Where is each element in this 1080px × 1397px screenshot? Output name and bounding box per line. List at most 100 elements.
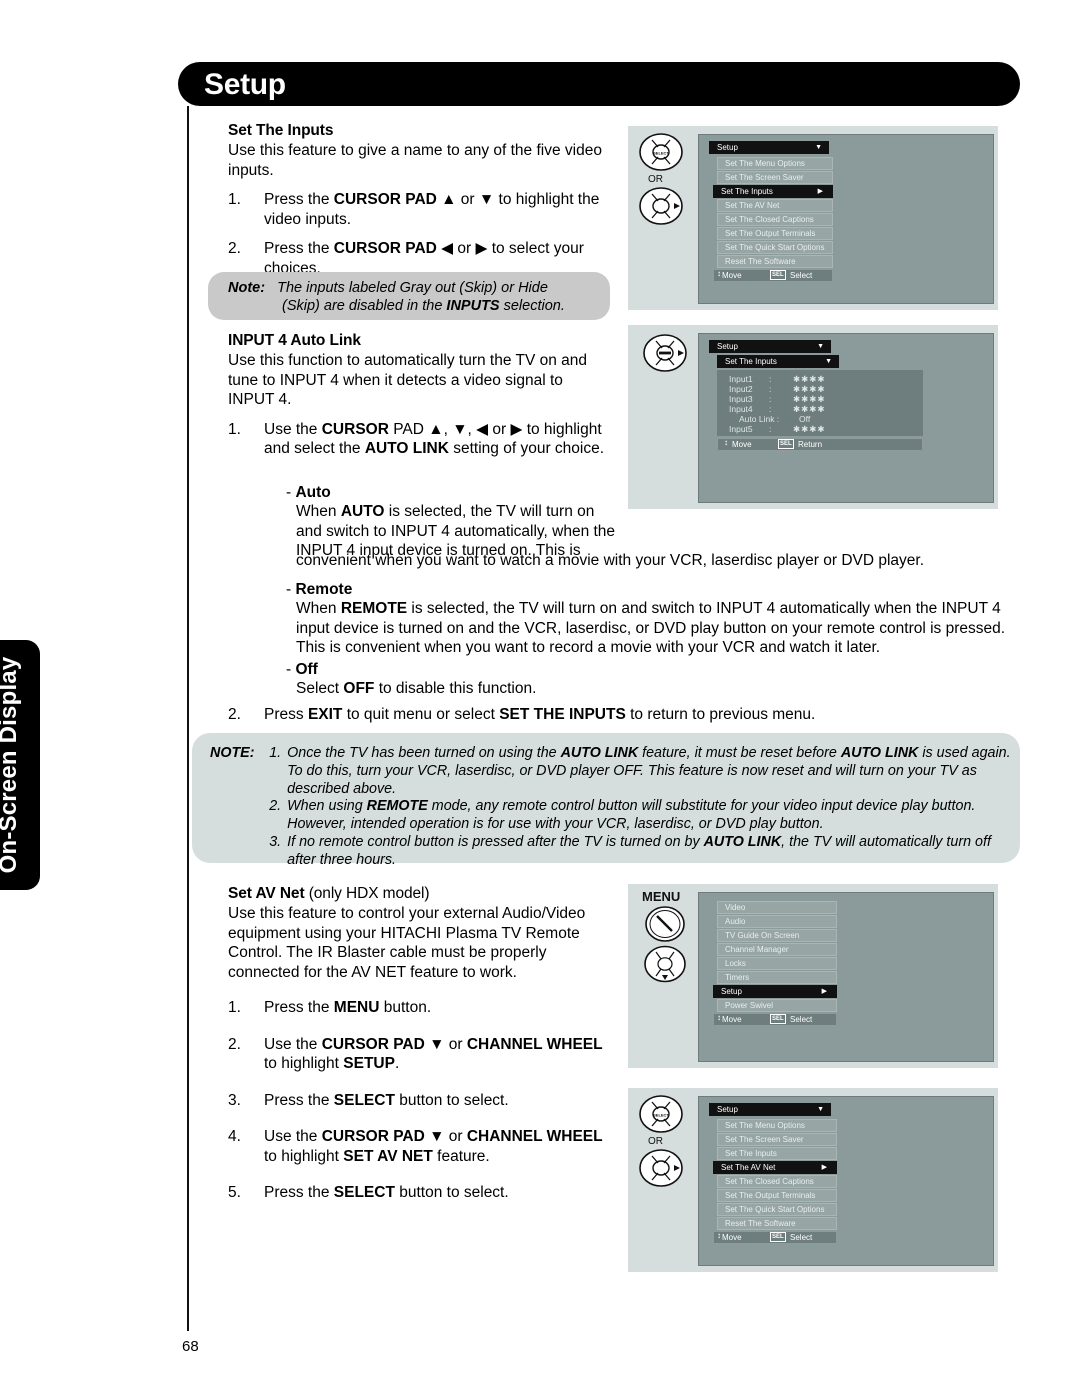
t: or xyxy=(444,1035,467,1053)
osd-menu-item-audio[interactable]: Audio xyxy=(717,915,837,928)
sel-badge-icon: SEL xyxy=(770,1232,786,1242)
option-auto-title-line: - Auto xyxy=(286,484,616,502)
section-thumb-tab-label: On-Screen Display xyxy=(0,656,22,874)
list-number: 1. xyxy=(228,999,241,1016)
page-header-bar: Setup xyxy=(178,62,1020,106)
osd-footer-bar-4: ↕ Move SEL Select xyxy=(713,1231,837,1244)
osd-menu-item-set-the-output-terminals[interactable]: Set The Output Terminals xyxy=(717,227,833,240)
note-bubble: Note: The inputs labeled Gray out (Skip)… xyxy=(208,272,610,320)
list-number: 2. xyxy=(228,1035,241,1053)
seg-bold: AUTO LINK xyxy=(560,745,639,761)
chevron-down-icon: ▼ xyxy=(817,343,824,350)
osd-menu-item-set-the-quick-start-options[interactable]: Set The Quick Start Options xyxy=(717,241,833,254)
note-item-number: 1. xyxy=(269,745,282,761)
osd-menu-item-power-swivel[interactable]: Power Swivel xyxy=(717,999,837,1012)
auto-para-a: When xyxy=(296,503,341,520)
option-remote-title: Remote xyxy=(295,581,353,598)
osd-menu-item-timers[interactable]: Timers xyxy=(717,971,837,984)
osd-item-label: Set The Menu Options xyxy=(725,1121,805,1130)
list-set-inputs-steps: 1. Press the CURSOR PAD ▲ or ▼ to highli… xyxy=(228,190,608,278)
content-vertical-rule xyxy=(187,106,189,1331)
note-spacer xyxy=(210,834,261,870)
osd-menu-item-set-the-menu-options[interactable]: Set The Menu Options xyxy=(717,157,833,170)
t: feature. xyxy=(432,1147,490,1165)
menu-button-label: MENU xyxy=(642,889,681,904)
osd-menu-item-set-the-screen-saver[interactable]: Set The Screen Saver xyxy=(717,171,833,184)
osd-menu-item-channel-manager[interactable]: Channel Manager xyxy=(717,943,837,956)
osd-footer-bar-3: ↕ Move SEL Select xyxy=(713,1013,837,1026)
osd-menu-item-set-the-closed-captions[interactable]: Set The Closed Captions xyxy=(717,1175,837,1188)
note-bubble-line1: The inputs labeled Gray out (Skip) or Hi… xyxy=(277,280,548,296)
osd-subtitle-label: Set The Inputs xyxy=(725,357,777,366)
osd-menu-item-set-the-av-net[interactable]: Set The AV Net ▶ xyxy=(713,1161,837,1174)
page-title: Setup xyxy=(204,68,286,101)
list-item: 1. Press the CURSOR PAD ▲ or ▼ to highli… xyxy=(228,190,608,229)
t: button to select. xyxy=(394,1091,509,1109)
osd-menu-item-set-the-closed-captions[interactable]: Set The Closed Captions xyxy=(717,213,833,226)
osd-menu-item-reset-the-software[interactable]: Reset The Software xyxy=(717,255,833,268)
osd-item-label: Setup xyxy=(721,987,742,996)
seg-bold: REMOTE xyxy=(366,798,428,815)
osd-menu-item-locks[interactable]: Locks xyxy=(717,957,837,970)
osd-item-label: Set The Menu Options xyxy=(725,159,805,168)
list-number: 2. xyxy=(228,706,241,723)
osd-graphic-2: Setup ▼ Set The Inputs ▼ Input1 : ✱✱✱✱ Inp… xyxy=(628,325,998,509)
cursor-pad-select-icon: SELECT xyxy=(639,133,683,171)
osd-item-label: Set The AV Net xyxy=(721,1163,776,1172)
t-bold: SET AV NET xyxy=(343,1147,433,1165)
osd-item-label: Timers xyxy=(725,973,750,982)
osd-item-label: Locks xyxy=(725,959,746,968)
osd-menu-item-set-the-output-terminals[interactable]: Set The Output Terminals xyxy=(717,1189,837,1202)
osd-graphic-1: SELECT OR Setup ▼ Set The Menu Options Se… xyxy=(628,126,998,310)
osd-menu-item-set-the-menu-options[interactable]: Set The Menu Options xyxy=(717,1119,837,1132)
osd-screen-2: Setup ▼ Set The Inputs ▼ Input1 : ✱✱✱✱ Inp… xyxy=(698,333,994,503)
osd-footer-action-label: Return xyxy=(798,440,823,449)
t-bold: SETUP xyxy=(343,1055,395,1072)
note-bubble-line2-b: selection. xyxy=(499,298,565,314)
osd-footer-move-label: Move xyxy=(722,271,742,280)
chevron-right-icon: ▶ xyxy=(821,988,827,995)
t-bold: CHANNEL WHEEL xyxy=(466,1035,603,1053)
osd-item-label: Set The Screen Saver xyxy=(725,1135,804,1144)
note-box-label: NOTE: xyxy=(210,745,255,761)
osd-menu-item-video[interactable]: Video xyxy=(717,901,837,914)
osd-menu-item-set-the-screen-saver[interactable]: Set The Screen Saver xyxy=(717,1133,837,1146)
osd-menu-item-set-the-quick-start-options[interactable]: Set The Quick Start Options xyxy=(717,1203,837,1216)
osd-screen-1: Setup ▼ Set The Menu Options Set The Scre… xyxy=(698,134,994,304)
note-row: NOTE: 1. Once the TV has been turned on … xyxy=(210,745,1020,798)
remote-para-a: When xyxy=(296,600,341,617)
t-bold: CURSOR PAD ▼ xyxy=(321,1035,445,1053)
option-remote-para: When REMOTE is selected, the TV will tur… xyxy=(296,599,1016,658)
osd-menu-item-set-the-inputs[interactable]: Set The Inputs xyxy=(717,1147,837,1160)
note-item-text: If no remote control button is pressed a… xyxy=(287,834,1020,870)
option-remote-title-line: - Remote xyxy=(286,581,1016,599)
cursor-pad-select-icon: SELECT xyxy=(639,1095,683,1133)
t: to highlight xyxy=(264,1147,344,1165)
osd-menu-item-setup[interactable]: Setup ▶ xyxy=(713,985,837,998)
seg: Once the TV has been turned on using the xyxy=(287,745,561,761)
osd-item-label: Channel Manager xyxy=(725,945,789,954)
step-text-a: Press the xyxy=(264,240,334,257)
option-off-para: Select OFF to disable this function. xyxy=(296,679,786,699)
osd-menu-item-set-the-inputs[interactable]: Set The Inputs ▶ xyxy=(713,185,833,198)
step2-bold2: SET THE INPUTS xyxy=(499,706,626,723)
chevron-down-icon: ▼ xyxy=(817,1106,824,1113)
cursor-pad-down-icon xyxy=(644,945,686,983)
list-number: 1. xyxy=(228,191,241,208)
t: Use the xyxy=(264,1128,322,1145)
seg: When using xyxy=(287,798,367,815)
heading-reg: (only HDX model) xyxy=(304,885,430,902)
osd-menu-item-tv-guide-on-screen[interactable]: TV Guide On Screen xyxy=(717,929,837,942)
osd-item-label: Set The Quick Start Options xyxy=(725,243,825,252)
move-updown-icon: ↕ xyxy=(717,269,721,278)
left-text-column: Set The Inputs Use this feature to give … xyxy=(228,122,608,288)
osd-menu-item-set-the-av-net[interactable]: Set The AV Net xyxy=(717,199,833,212)
osd-title-label: Setup xyxy=(717,1105,738,1114)
step-bold-a: CURSOR PAD xyxy=(333,240,437,257)
seg: feature, it must be reset before xyxy=(638,745,841,761)
t: button to select. xyxy=(394,1184,509,1201)
osd-item-label: Video xyxy=(725,903,746,912)
note-row: 2. When using REMOTE mode, any remote co… xyxy=(210,798,1020,834)
option-off: - Off Select OFF to disable this functio… xyxy=(286,661,786,699)
osd-menu-item-reset-the-software[interactable]: Reset The Software xyxy=(717,1217,837,1230)
